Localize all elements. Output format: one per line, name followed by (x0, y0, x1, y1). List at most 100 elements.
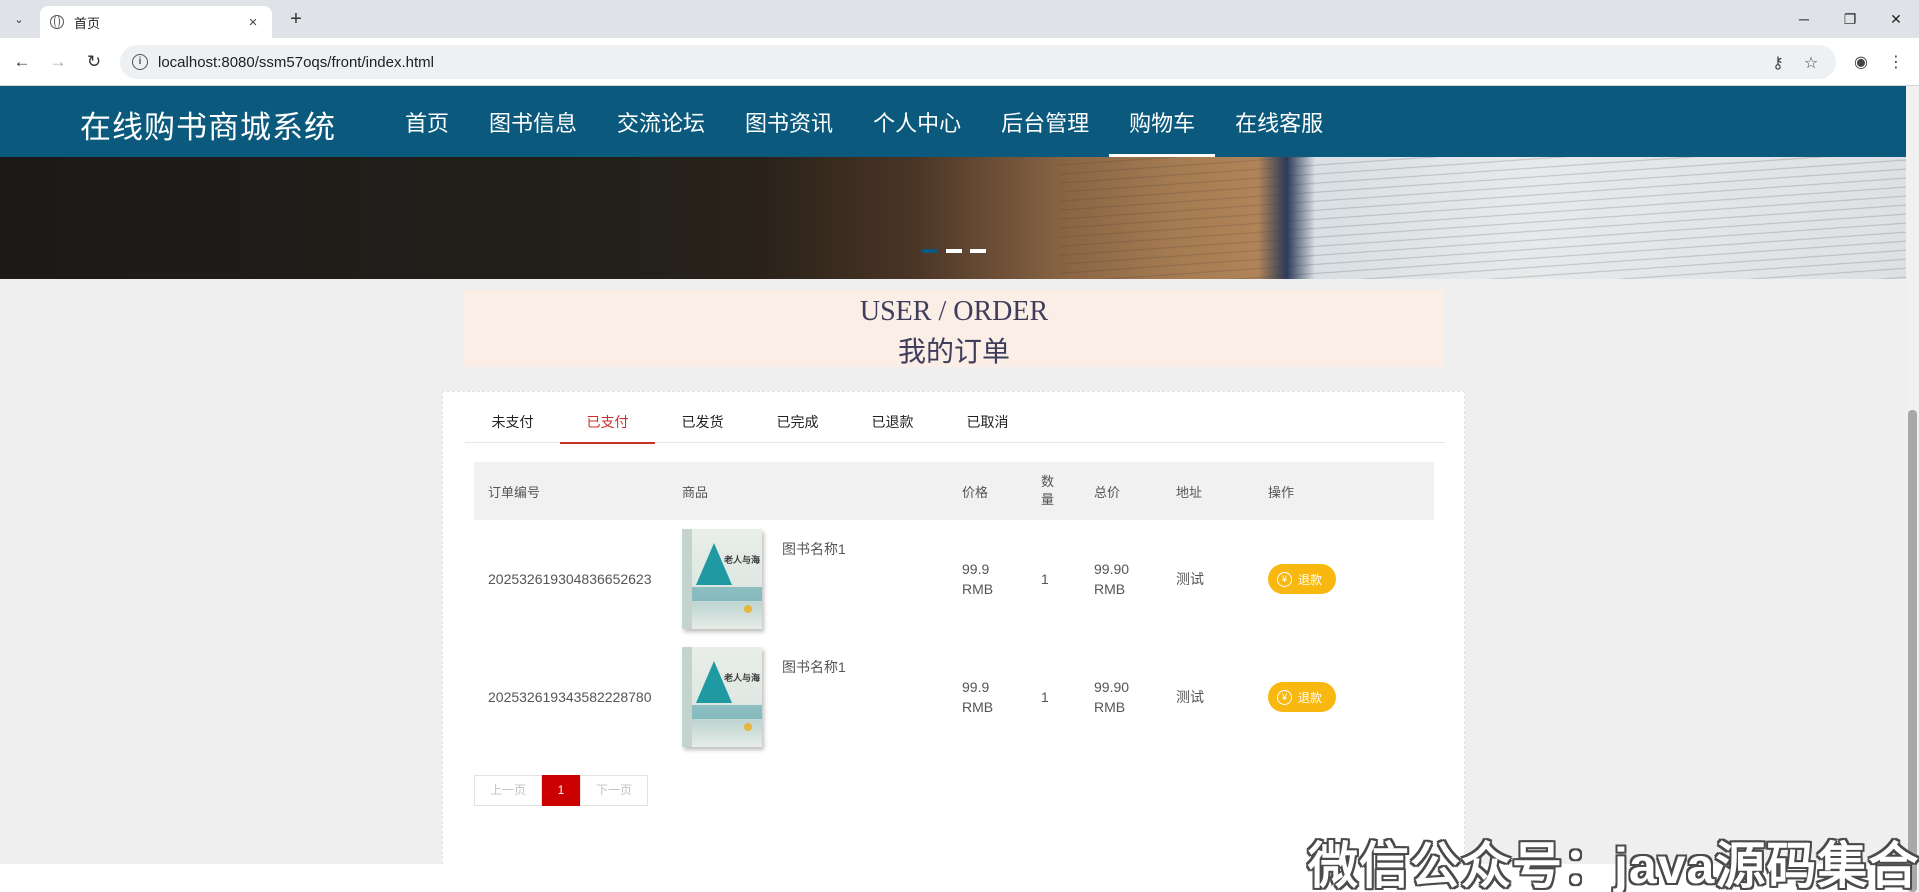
page-scrollbar-thumb[interactable] (1908, 410, 1917, 892)
quantity: 1 (1041, 689, 1049, 705)
tab-unpaid[interactable]: 未支付 (465, 402, 560, 443)
browser-tab[interactable]: 首页 × (40, 6, 272, 38)
browser-toolbar: ← → ↻ i localhost:8080/ssm57oqs/front/in… (0, 38, 1919, 86)
window-close-icon[interactable]: ✕ (1873, 0, 1919, 38)
table-header-row: 订单编号 商品 价格 数量 总价 地址 操作 (474, 462, 1434, 520)
main-nav: 首页 图书信息 交流论坛 图书资讯 个人中心 后台管理 购物车 在线客服 (385, 86, 1343, 157)
refund-button[interactable]: ¥ 退款 (1268, 682, 1337, 712)
table-row: 202532619343582228780 老人与海 图书名称1 99.9 RM (474, 638, 1434, 756)
order-no: 202532619343582228780 (488, 689, 652, 705)
quantity: 1 (1041, 571, 1049, 587)
order-panel: 未支付 已支付 已发货 已完成 已退款 已取消 订单编号 商品 价格 数量 总价… (442, 391, 1465, 869)
action-cell: ¥ 退款 (1254, 520, 1434, 638)
reload-icon[interactable]: ↻ (82, 50, 106, 74)
nav-item-personal-center[interactable]: 个人中心 (853, 86, 981, 157)
book-cover-seal (744, 723, 752, 731)
tab-refunded[interactable]: 已退款 (845, 402, 940, 443)
col-goods: 商品 (668, 462, 948, 520)
nav-item-book-info[interactable]: 图书信息 (469, 86, 597, 157)
price-cell: 99.9 RMB (948, 520, 1027, 638)
goods-cell: 老人与海 图书名称1 (668, 520, 948, 638)
book-cover-title: 老人与海 (724, 555, 761, 565)
nav-item-online-service[interactable]: 在线客服 (1215, 86, 1343, 157)
refund-button-label: 退款 (1298, 572, 1323, 587)
yen-circle-icon: ¥ (1277, 571, 1292, 587)
col-total: 总价 (1080, 462, 1162, 520)
page-title-en: USER / ORDER (859, 296, 1049, 327)
address-bar[interactable]: i localhost:8080/ssm57oqs/front/index.ht… (120, 45, 1836, 79)
col-action: 操作 (1254, 462, 1434, 520)
col-order-no: 订单编号 (474, 462, 668, 520)
address-url[interactable]: localhost:8080/ssm57oqs/front/index.html (158, 54, 434, 71)
browser-tab-title: 首页 (74, 15, 101, 31)
minimize-icon[interactable]: ─ (1781, 0, 1827, 38)
order-table: 订单编号 商品 价格 数量 总价 地址 操作 20253261930483665… (474, 462, 1434, 756)
total-cell: 99.90 RMB (1080, 520, 1162, 638)
tab-cancelled[interactable]: 已取消 (940, 402, 1035, 443)
book-cover-sea (692, 705, 762, 719)
new-tab-icon[interactable]: + (284, 8, 308, 32)
total-price: 99.90 RMB (1094, 679, 1130, 715)
next-page-button[interactable]: 下一页 (580, 775, 648, 806)
book-cover-title: 老人与海 (724, 673, 761, 683)
order-no: 202532619304836652623 (488, 571, 652, 587)
nav-item-admin[interactable]: 后台管理 (981, 86, 1109, 157)
carousel-dot-2[interactable] (946, 249, 962, 253)
nav-item-home[interactable]: 首页 (385, 86, 469, 157)
goods-info: 老人与海 图书名称1 (682, 529, 948, 629)
close-tab-icon[interactable]: × (244, 14, 262, 31)
tab-shipped[interactable]: 已发货 (655, 402, 750, 443)
book-spine (682, 529, 692, 629)
goods-info: 老人与海 图书名称1 (682, 647, 948, 747)
carousel-dot-1[interactable] (922, 249, 938, 253)
nav-item-cart[interactable]: 购物车 (1109, 86, 1216, 157)
refund-button-label: 退款 (1298, 690, 1323, 705)
site-title[interactable]: 在线购书商城系统 (80, 102, 336, 147)
bookmark-star-icon[interactable]: ☆ (1801, 53, 1821, 73)
book-cover-image[interactable]: 老人与海 (682, 529, 762, 629)
goods-name[interactable]: 图书名称1 (782, 539, 846, 559)
address: 测试 (1176, 571, 1204, 587)
price-cell: 99.9 RMB (948, 638, 1027, 756)
banner-carousel (0, 157, 1906, 279)
tab-paid[interactable]: 已支付 (560, 402, 655, 444)
back-arrow-icon[interactable]: ← (10, 50, 34, 74)
book-cover-sea (692, 587, 762, 601)
page-title-block: USER / ORDER 我的订单 (464, 290, 1444, 367)
col-quantity-label: 数量 (1041, 474, 1055, 507)
restore-icon[interactable]: ❐ (1827, 0, 1873, 38)
nav-item-forum[interactable]: 交流论坛 (597, 86, 725, 157)
order-status-tabs: 未支付 已支付 已发货 已完成 已退款 已取消 (465, 402, 1445, 444)
globe-icon (50, 15, 64, 29)
browser-menu-icon[interactable]: ⋮ (1884, 50, 1908, 74)
book-cover-seal (744, 605, 752, 613)
tab-completed[interactable]: 已完成 (750, 402, 845, 443)
site-info-icon[interactable]: i (132, 54, 148, 70)
refund-button[interactable]: ¥ 退款 (1268, 564, 1337, 594)
forward-arrow-icon[interactable]: → (46, 50, 70, 74)
carousel-indicators (922, 249, 986, 253)
profile-icon[interactable]: ◉ (1849, 50, 1873, 74)
page-title: 我的订单 (897, 336, 1010, 367)
page-1-button[interactable]: 1 (542, 775, 580, 806)
col-quantity: 数量 (1027, 462, 1080, 520)
book-cover-image[interactable]: 老人与海 (682, 647, 762, 747)
action-cell: ¥ 退款 (1254, 638, 1434, 756)
tab-search-chevron-icon[interactable]: ⌄ (8, 8, 30, 30)
site-header: 在线购书商城系统 首页 图书信息 交流论坛 图书资讯 个人中心 后台管理 购物车… (0, 86, 1906, 157)
browser-tab-strip: ⌄ 首页 × + ─ ❐ ✕ (0, 0, 1919, 38)
goods-name[interactable]: 图书名称1 (782, 657, 846, 677)
goods-cell: 老人与海 图书名称1 (668, 638, 948, 756)
total-price: 99.90 RMB (1094, 561, 1130, 597)
key-icon[interactable]: ⚷ (1768, 53, 1788, 73)
banner-sheet-music (1060, 157, 1906, 279)
price: 99.9 RMB (962, 561, 994, 597)
address: 测试 (1176, 689, 1204, 705)
carousel-dot-3[interactable] (970, 249, 986, 253)
price: 99.9 RMB (962, 679, 994, 715)
col-price: 价格 (948, 462, 1027, 520)
yen-circle-icon: ¥ (1277, 689, 1292, 705)
nav-item-book-news[interactable]: 图书资讯 (725, 86, 853, 157)
prev-page-button[interactable]: 上一页 (474, 775, 542, 806)
col-address: 地址 (1162, 462, 1254, 520)
